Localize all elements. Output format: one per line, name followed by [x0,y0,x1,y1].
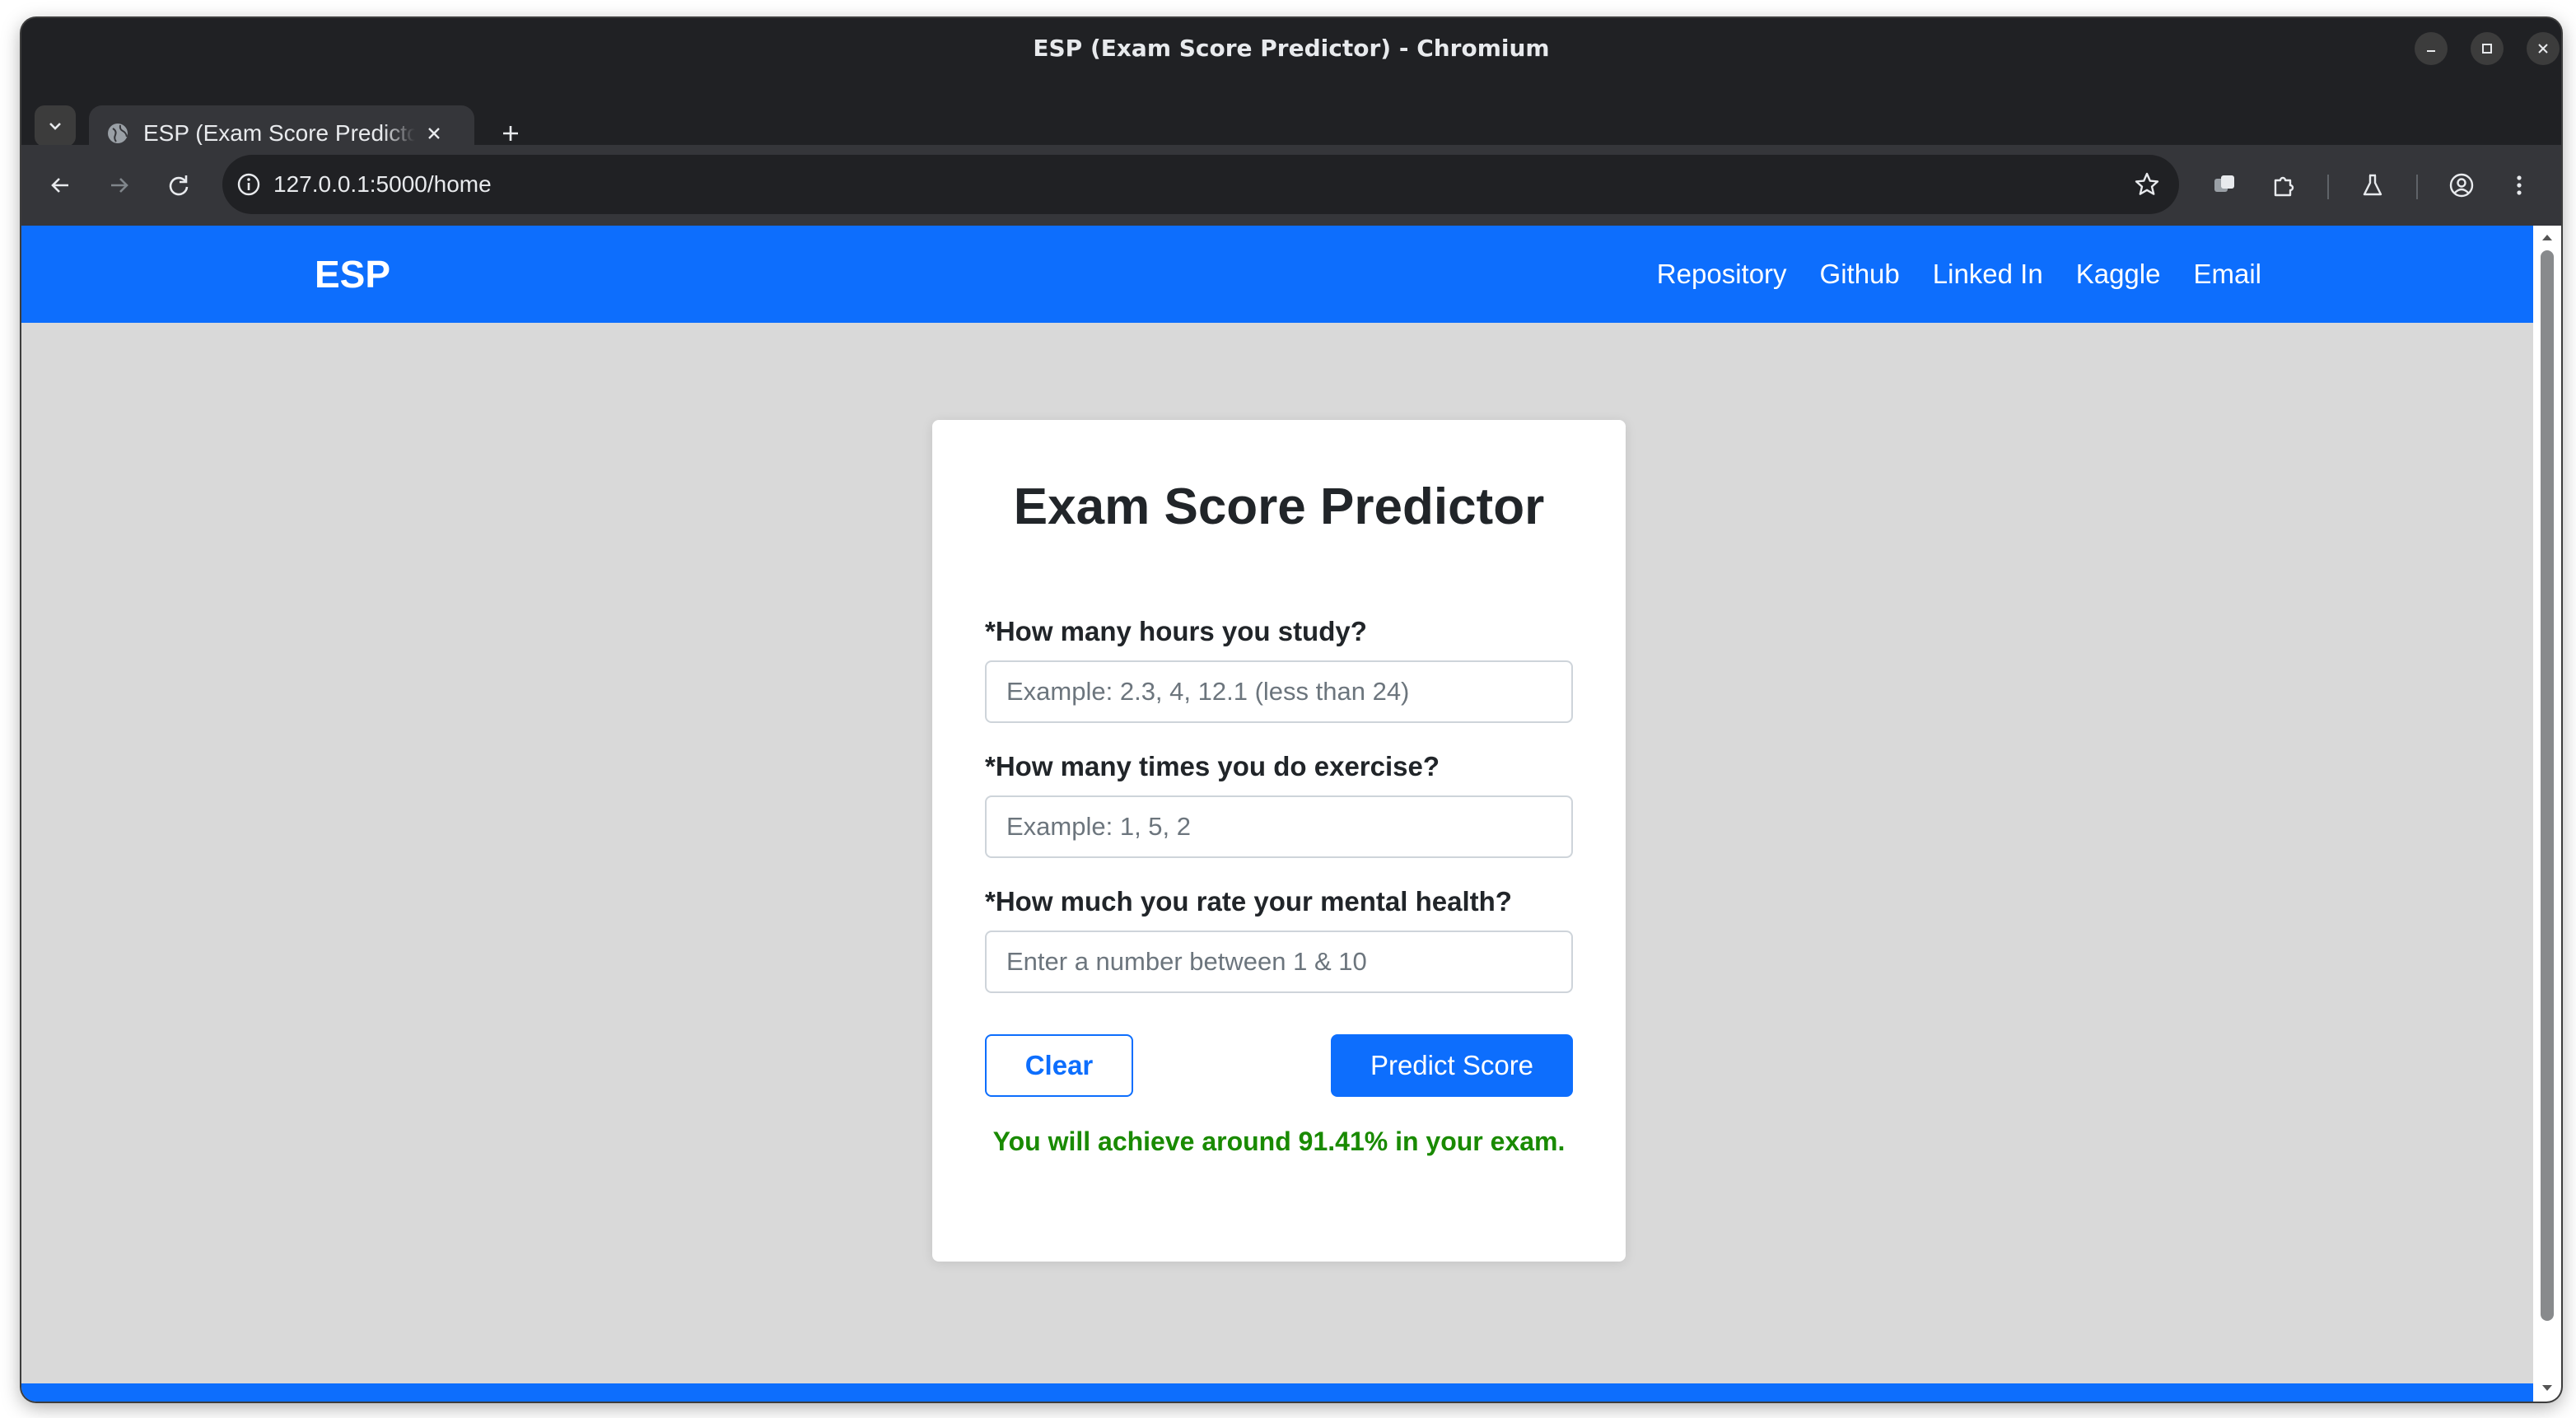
tab-search-button[interactable] [35,105,76,147]
prediction-result: You will achieve around 91.41% in your e… [992,1126,1566,1156]
clear-button[interactable]: Clear [985,1034,1133,1097]
tab-search-icon [49,123,61,130]
scrollbar-thumb[interactable] [2541,250,2554,1321]
window-title: ESP (Exam Score Predictor) - Chromium [1033,35,1550,62]
browser-toolbar: 127.0.0.1:5000/home [21,145,2561,226]
globe-icon [108,124,128,143]
page-scrollbar[interactable] [2533,226,2561,1402]
study-hours-input[interactable] [985,660,1573,723]
page-viewport: ESP Repository Github Linked In Kaggle E… [21,226,2533,1402]
nav-link-repository[interactable]: Repository [1657,259,1787,290]
labs-flask-icon [2363,174,2382,196]
forward-icon [111,178,128,193]
translate-button[interactable] [2204,165,2245,206]
minimize-icon [2427,50,2435,52]
labs-button[interactable] [2352,165,2393,206]
scroll-up-icon[interactable] [2541,232,2554,242]
close-window-button[interactable] [2527,32,2560,65]
forward-button[interactable] [99,165,140,206]
star-icon [2135,172,2159,195]
site-info-button[interactable] [236,171,262,198]
title-bar: ESP (Exam Score Predictor) - Chromium [21,18,2561,79]
extension-puzzle-icon [2274,176,2294,197]
address-bar[interactable]: 127.0.0.1:5000/home [222,155,2179,214]
mental-health-label: *How much you rate your mental health? [985,886,1512,917]
profile-icon [2449,173,2474,198]
back-button[interactable] [40,165,81,206]
menu-button[interactable] [2499,165,2540,206]
close-icon [428,128,440,139]
maximize-button[interactable] [2471,32,2504,65]
extensions-button[interactable] [2263,165,2304,206]
browser-window: ESP (Exam Score Predictor) - Chromium ES… [21,18,2561,1402]
translate-icon [2214,175,2234,192]
site-navbar: ESP Repository Github Linked In Kaggle E… [21,226,2533,323]
minimize-button[interactable] [2415,32,2448,65]
url-text: 127.0.0.1:5000/home [273,171,492,197]
predictor-card: Exam Score Predictor *How many hours you… [932,420,1626,1262]
site-info-icon [237,173,260,196]
tab-title: ESP (Exam Score Predictor) [143,120,415,146]
back-icon [51,178,68,193]
nav-links: Repository Github Linked In Kaggle Email [1657,226,2261,323]
page-title: Exam Score Predictor [1013,478,1545,535]
exercise-input[interactable] [985,795,1573,858]
footer-bar [21,1383,2533,1402]
plus-icon [503,126,518,141]
exercise-label: *How many times you do exercise? [985,751,1440,781]
nav-link-github[interactable]: Github [1820,259,1900,290]
site-brand[interactable]: ESP [315,226,390,323]
nav-link-email[interactable]: Email [2193,259,2261,290]
toolbar-separator [2416,175,2418,199]
scroll-down-icon[interactable] [2541,1383,2554,1393]
close-icon [2538,44,2548,54]
study-hours-label: *How many hours you study? [985,616,1367,646]
bookmark-button[interactable] [2133,170,2161,198]
reload-icon [169,175,189,196]
tab-close-button[interactable] [425,124,443,142]
more-vert-icon [2517,175,2522,195]
nav-link-linkedin[interactable]: Linked In [1933,259,2043,290]
toolbar-separator [2327,175,2329,199]
mental-health-input[interactable] [985,931,1573,993]
reload-button[interactable] [158,165,199,206]
maximize-icon [2482,44,2492,54]
profile-button[interactable] [2441,165,2482,206]
nav-link-kaggle[interactable]: Kaggle [2076,259,2161,290]
predict-score-button[interactable]: Predict Score [1331,1034,1573,1097]
